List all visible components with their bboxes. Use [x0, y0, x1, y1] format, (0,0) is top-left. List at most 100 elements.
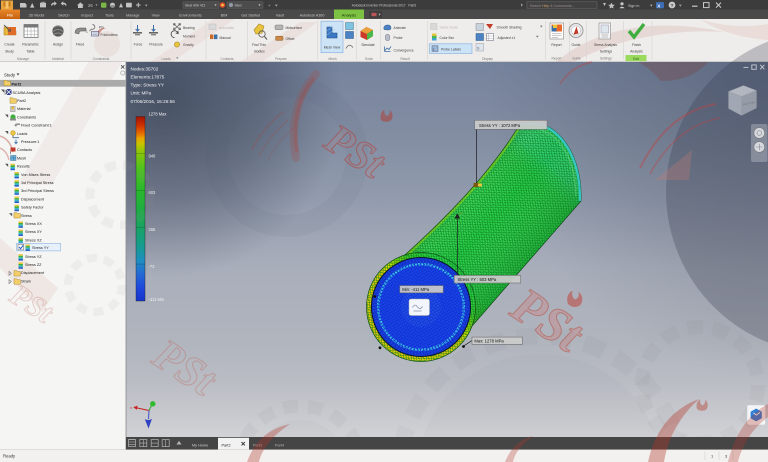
svg-text:Offset: Offset [286, 37, 295, 41]
svg-text:Guide: Guide [572, 57, 581, 61]
svg-text:Stress XX: Stress XX [25, 222, 42, 226]
svg-text:Exit: Exit [633, 57, 639, 61]
svg-text:-73: -73 [149, 264, 156, 269]
svg-text:Autodesk Inventor Professional: Autodesk Inventor Professional 2017 Part… [352, 4, 417, 8]
svg-text:Part2: Part2 [17, 99, 26, 103]
svg-text:-411 Min: -411 Min [149, 297, 165, 302]
svg-text:Unit: MPa: Unit: MPa [131, 91, 152, 96]
svg-text:Parametric: Parametric [22, 43, 39, 47]
svg-text:File: File [7, 12, 13, 17]
svg-text:Constraints: Constraints [93, 57, 110, 61]
svg-text:Loads: Loads [162, 57, 171, 61]
svg-text:Ready: Ready [3, 454, 16, 459]
svg-text:Fixed Constraint:1: Fixed Constraint:1 [21, 124, 52, 128]
svg-text:Tools: Tools [105, 13, 114, 17]
svg-text:?: ? [671, 3, 674, 8]
svg-text:Stress YY : 503 MPa: Stress YY : 503 MPa [458, 277, 497, 282]
svg-text:Manage: Manage [126, 13, 139, 17]
svg-text:Min: -411 MPa: Min: -411 MPa [402, 287, 430, 292]
svg-text:Displacement: Displacement [21, 197, 45, 201]
svg-text:Finish: Finish [632, 43, 641, 47]
svg-text:Analysis: Analysis [342, 12, 357, 17]
svg-text:Study: Study [5, 49, 14, 53]
svg-text:Fixed: Fixed [76, 43, 84, 47]
svg-text:Prepare: Prepare [275, 57, 287, 61]
svg-text:26: 26 [88, 3, 93, 8]
svg-text:Display: Display [482, 57, 493, 61]
svg-text:Automatic: Automatic [219, 26, 234, 30]
svg-text:Contacts: Contacts [220, 57, 233, 61]
svg-text:Table: Table [26, 49, 34, 53]
svg-text:1: 1 [86, 30, 88, 34]
svg-text:Analysis: Analysis [630, 50, 643, 54]
svg-text:Part4: Part4 [275, 443, 284, 447]
svg-text:Stress YZ: Stress YZ [25, 255, 42, 259]
svg-text:Constraints: Constraints [17, 115, 36, 119]
svg-text:Material: Material [17, 107, 31, 111]
svg-text:Max: 1278 MPa: Max: 1278 MPa [474, 339, 504, 344]
svg-text:Elements:17875: Elements:17875 [131, 75, 165, 80]
svg-text:Simulate: Simulate [361, 43, 374, 47]
svg-text:x: x [130, 406, 132, 410]
svg-text:Strain: Strain [21, 279, 31, 283]
svg-text:Autodesk A360: Autodesk A360 [300, 13, 325, 17]
svg-text:Steel AISI 413: Steel AISI 413 [185, 4, 205, 8]
svg-text:Search Help & Commands...: Search Help & Commands... [530, 4, 574, 8]
svg-text:1278 Max: 1278 Max [149, 111, 167, 116]
svg-text:Mesh: Mesh [17, 156, 26, 160]
svg-text:Manual: Manual [220, 36, 231, 40]
svg-text:Material: Material [52, 57, 64, 61]
svg-text:1st Principal Stress: 1st Principal Stress [21, 181, 54, 185]
svg-text:Find Thin: Find Thin [252, 43, 266, 47]
svg-text:Stress XZ: Stress XZ [25, 238, 42, 242]
svg-text:Force: Force [134, 43, 143, 47]
svg-text:Adjusted x1: Adjusted x1 [498, 36, 516, 40]
svg-text:SCUBA Analysis: SCUBA Analysis [13, 91, 41, 95]
svg-text:Report: Report [552, 57, 562, 61]
svg-text:My Home: My Home [192, 443, 208, 447]
svg-text:BIM: BIM [221, 13, 228, 17]
svg-text:Stress YY: Stress YY [32, 246, 49, 250]
svg-text:Midsurface: Midsurface [286, 26, 303, 30]
svg-text:Pin: Pin [99, 25, 104, 29]
svg-text:Results: Results [17, 165, 30, 169]
svg-text:Pressure:1: Pressure:1 [21, 140, 39, 144]
svg-text:Result: Result [400, 57, 409, 61]
svg-text:3D Model: 3D Model [29, 13, 45, 17]
svg-text:Frictionless: Frictionless [101, 33, 118, 37]
svg-text:Settings: Settings [600, 50, 613, 54]
svg-text:L: L [433, 47, 435, 51]
svg-text:Solve: Solve [365, 57, 373, 61]
svg-text:07/06/2016, 15:26:56: 07/06/2016, 15:26:56 [131, 99, 176, 104]
svg-text:Safety Factor: Safety Factor [21, 206, 44, 210]
svg-text:940: 940 [149, 153, 157, 158]
svg-text:Stress ZZ: Stress ZZ [25, 263, 42, 267]
svg-text:Stress Analysis: Stress Analysis [594, 43, 617, 47]
svg-text:Get Started: Get Started [241, 13, 260, 17]
svg-text:View: View [152, 13, 160, 17]
svg-text:Loads: Loads [17, 132, 27, 136]
svg-text:Create: Create [4, 43, 14, 47]
svg-text:Convergence: Convergence [394, 48, 414, 52]
svg-text:Gravity: Gravity [183, 43, 194, 47]
svg-text:Environments: Environments [179, 13, 202, 17]
svg-text:265: 265 [149, 227, 157, 232]
svg-text:Smooth Shading: Smooth Shading [497, 26, 522, 30]
svg-text:Bearing: Bearing [183, 26, 195, 30]
svg-text:Part2: Part2 [12, 82, 23, 87]
svg-text:Probe Labels: Probe Labels [441, 48, 461, 52]
svg-text:Pressure: Pressure [149, 43, 163, 47]
svg-text:Animate: Animate [394, 26, 407, 30]
svg-text:Von Mises Stress: Von Mises Stress [21, 173, 50, 177]
svg-text:Assign: Assign [53, 43, 63, 47]
svg-text:Stress YY : 1072 MPa: Stress YY : 1072 MPa [479, 123, 521, 128]
svg-text:Nodes:35702: Nodes:35702 [131, 66, 159, 71]
svg-text:Report: Report [551, 43, 561, 47]
svg-text:Contacts: Contacts [17, 148, 32, 152]
svg-text:3rd Principal Stress: 3rd Principal Stress [21, 189, 54, 193]
svg-text:Part2: Part2 [222, 443, 231, 447]
svg-text:Steel: Steel [235, 4, 243, 8]
svg-text:Inspect: Inspect [81, 13, 93, 17]
svg-text:Vault: Vault [276, 13, 284, 17]
svg-text:Mesh View: Mesh View [324, 45, 341, 49]
